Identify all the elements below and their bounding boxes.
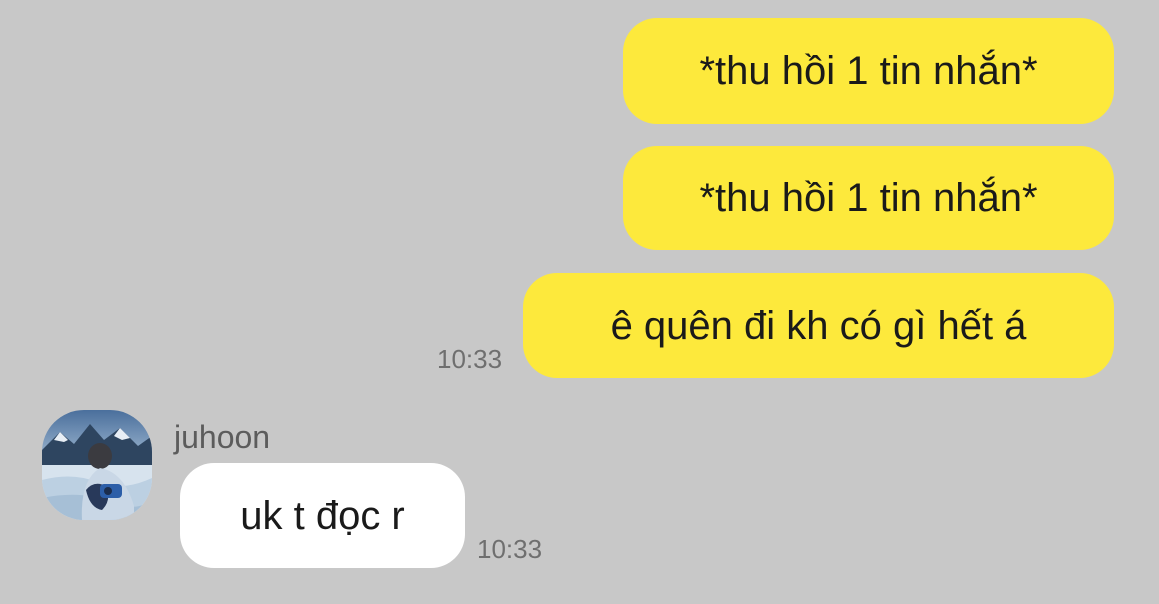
message-text: *thu hồi 1 tin nhắn* xyxy=(699,49,1038,93)
profile-photo-icon xyxy=(42,410,152,520)
outgoing-message-bubble[interactable]: *thu hồi 1 tin nhắn* xyxy=(623,146,1114,250)
incoming-message-bubble[interactable]: uk t đọc r xyxy=(180,463,465,568)
message-text: ê quên đi kh có gì hết á xyxy=(610,303,1027,348)
message-timestamp: 10:33 xyxy=(437,344,503,374)
message-text: uk t đọc r xyxy=(240,493,405,538)
outgoing-message-bubble[interactable]: *thu hồi 1 tin nhắn* xyxy=(623,18,1114,124)
sender-name: juhoon xyxy=(174,419,271,455)
message-timestamp: 10:33 xyxy=(477,534,543,564)
outgoing-message-bubble[interactable]: ê quên đi kh có gì hết á xyxy=(523,273,1114,378)
avatar[interactable] xyxy=(42,410,152,520)
message-text: *thu hồi 1 tin nhắn* xyxy=(699,176,1038,220)
